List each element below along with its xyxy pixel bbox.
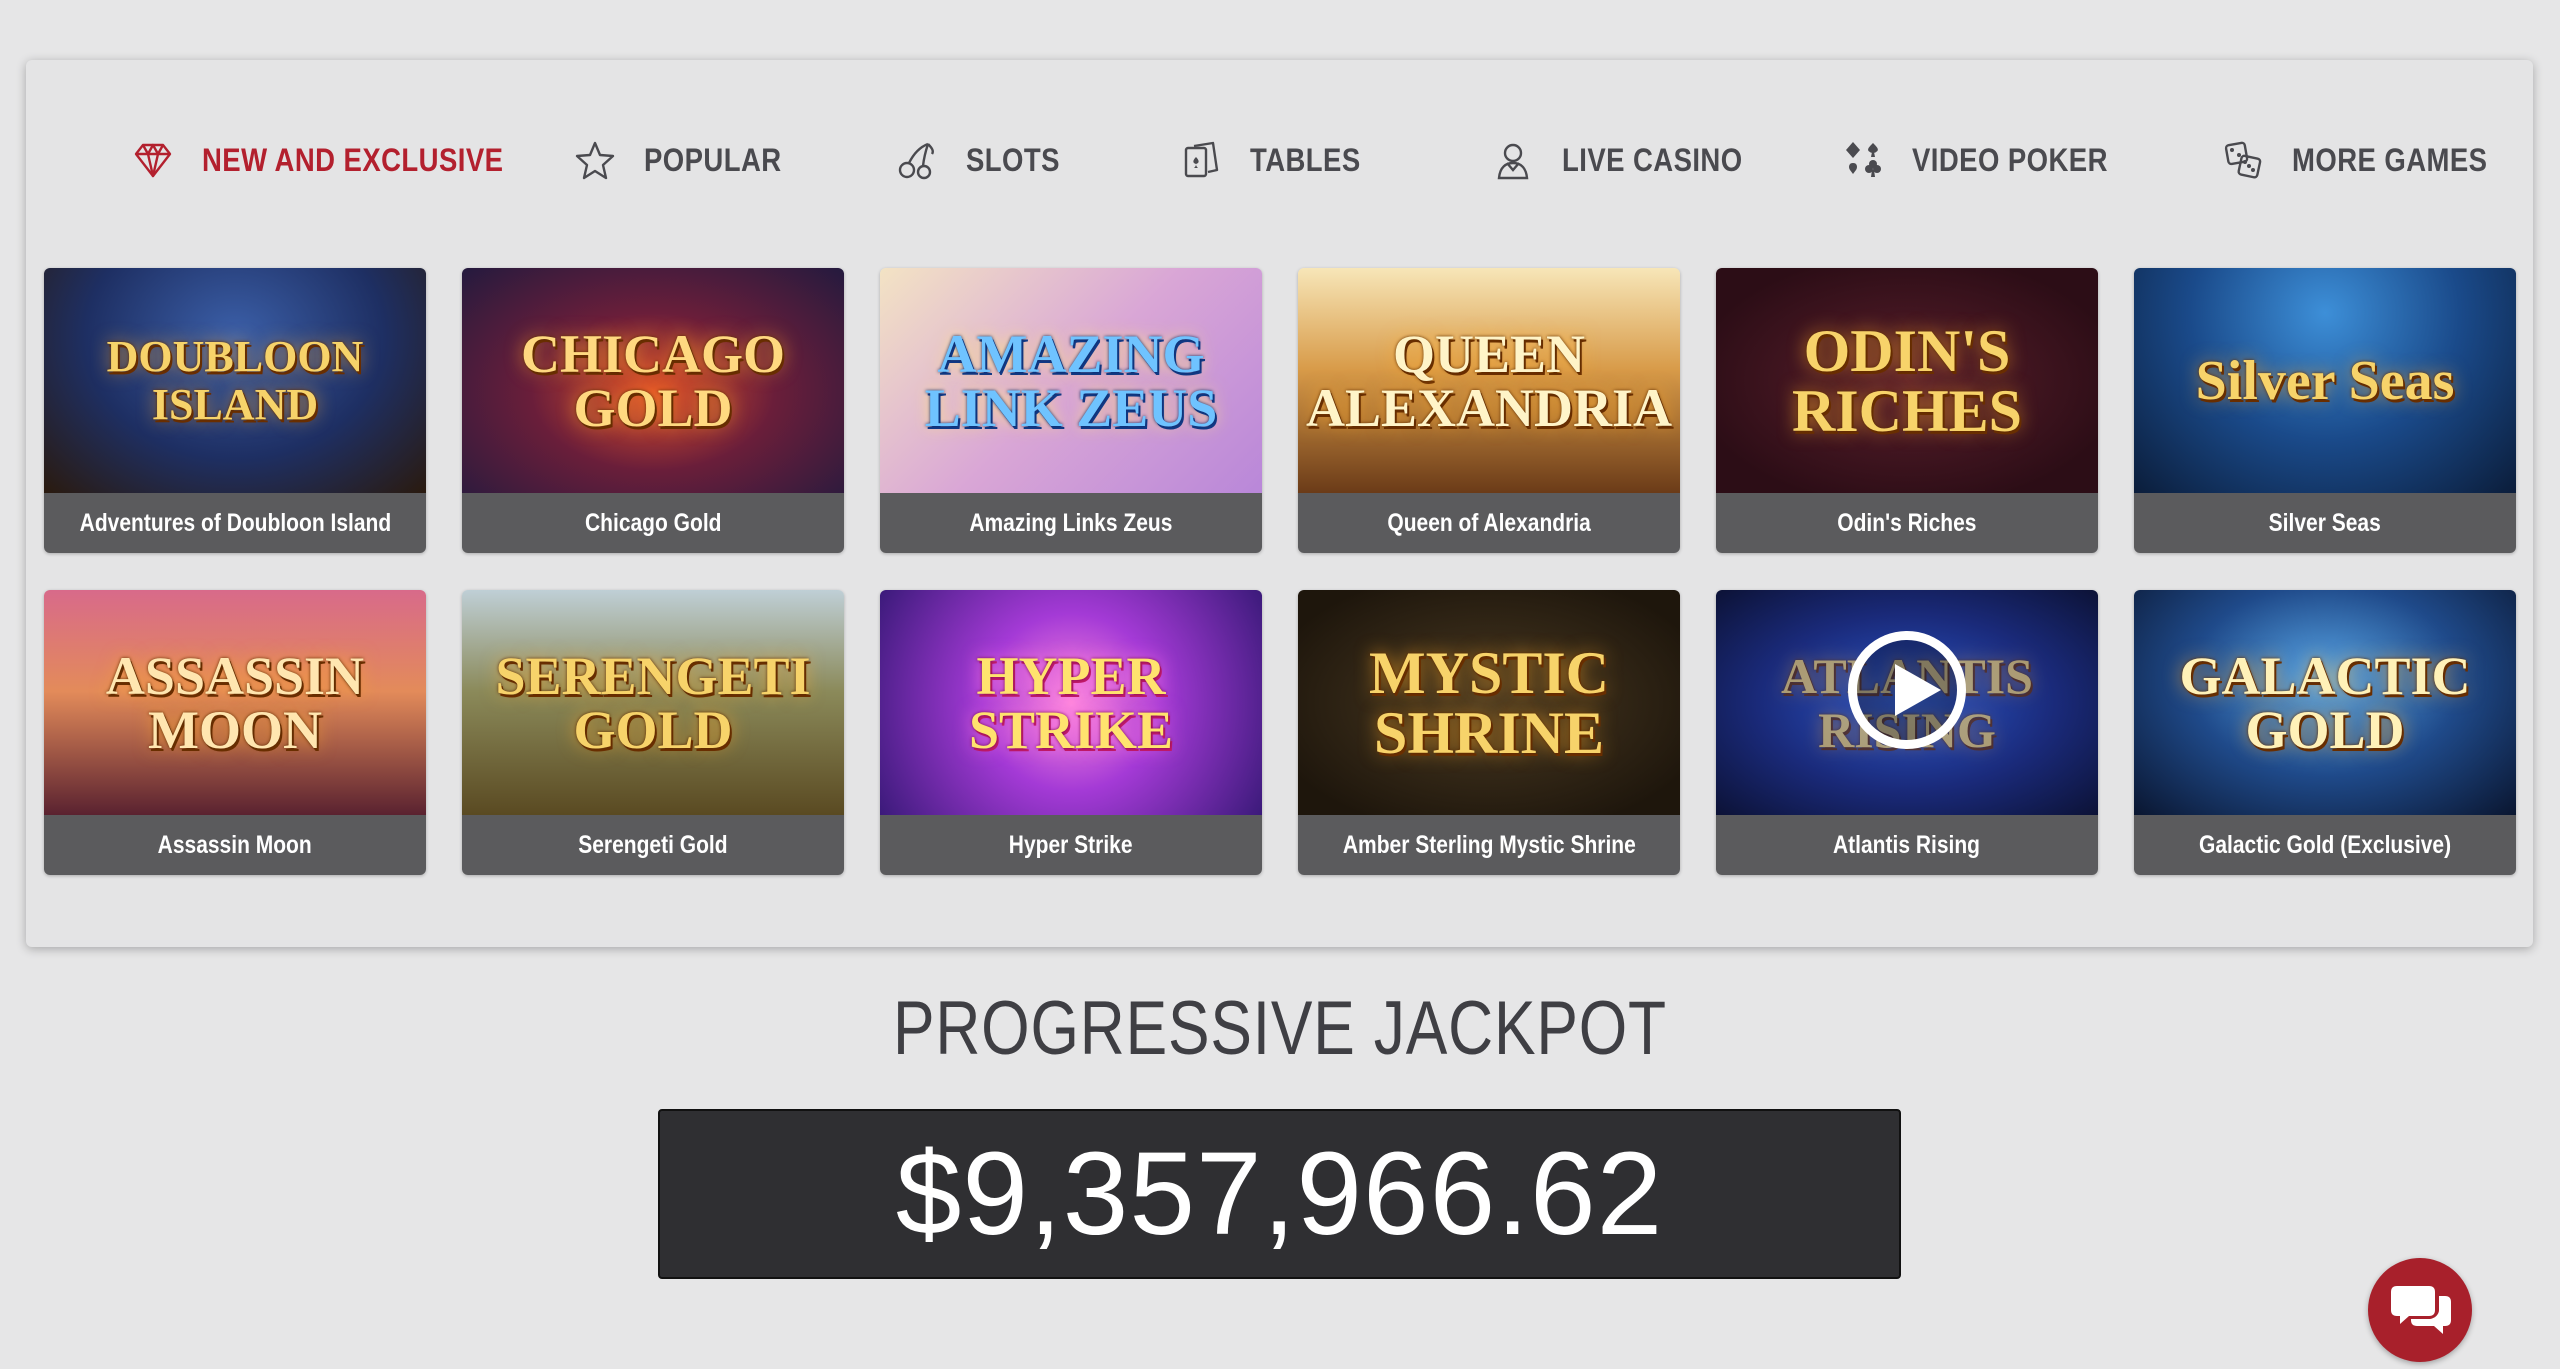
chat-icon xyxy=(2389,1280,2451,1341)
game-caption: Queen of Alexandria xyxy=(1298,493,1680,553)
tab-label: MORE GAMES xyxy=(2292,141,2488,178)
tab-live-casino[interactable]: LIVE CASINO xyxy=(1490,60,1772,260)
game-thumbnail: Amazing Link Zeus xyxy=(880,268,1262,493)
game-thumbnail: Odin's Riches xyxy=(1716,268,2098,493)
game-thumbnail: Chicago Gold xyxy=(462,268,844,493)
tab-more-games[interactable]: MORE GAMES xyxy=(2220,60,2519,260)
game-card[interactable]: Hyper Strike Hyper Strike xyxy=(880,590,1262,875)
star-icon xyxy=(572,137,618,183)
game-thumbnail: Mystic Shrine xyxy=(1298,590,1680,815)
jackpot-title: PROGRESSIVE JACKPOT xyxy=(892,986,1667,1071)
game-caption: Assassin Moon xyxy=(44,815,426,875)
cards-icon xyxy=(1178,137,1224,183)
play-icon[interactable] xyxy=(1848,630,1966,749)
game-card[interactable]: Odin's Riches Odin's Riches xyxy=(1716,268,2098,553)
game-thumbnail: Assassin Moon xyxy=(44,590,426,815)
game-card[interactable]: Serengeti Gold Serengeti Gold xyxy=(462,590,844,875)
tab-popular[interactable]: POPULAR xyxy=(572,60,804,260)
tab-label: POPULAR xyxy=(644,141,782,178)
game-card[interactable]: Galactic Gold Galactic Gold (Exclusive) xyxy=(2134,590,2516,875)
tab-label: LIVE CASINO xyxy=(1562,141,1743,178)
game-card[interactable]: Atlantis Rising Atlantis Rising xyxy=(1716,590,2098,875)
game-caption: Odin's Riches xyxy=(1716,493,2098,553)
game-thumbnail: Galactic Gold xyxy=(2134,590,2516,815)
game-card[interactable]: Queen Alexandria Queen of Alexandria xyxy=(1298,268,1680,553)
game-thumbnail: Serengeti Gold xyxy=(462,590,844,815)
tab-label: TABLES xyxy=(1250,141,1361,178)
dealer-icon xyxy=(1490,137,1536,183)
game-card[interactable]: Assassin Moon Assassin Moon xyxy=(44,590,426,875)
tab-tables[interactable]: TABLES xyxy=(1178,60,1379,260)
game-caption: Amazing Links Zeus xyxy=(880,493,1262,553)
game-caption: Atlantis Rising xyxy=(1716,815,2098,875)
tab-new-and-exclusive[interactable]: NEW AND EXCLUSIVE xyxy=(130,60,552,260)
card-suits-icon xyxy=(1840,137,1886,183)
jackpot-amount-box: $9,357,966.62 xyxy=(658,1109,1901,1279)
game-thumbnail: Queen Alexandria xyxy=(1298,268,1680,493)
game-caption: Amber Sterling Mystic Shrine xyxy=(1298,815,1680,875)
game-card[interactable]: Doubloon Island Adventures of Doubloon I… xyxy=(44,268,426,553)
game-caption: Adventures of Doubloon Island xyxy=(44,493,426,553)
tab-label: SLOTS xyxy=(966,141,1060,178)
tab-label: VIDEO POKER xyxy=(1912,141,2108,178)
tab-slots[interactable]: SLOTS xyxy=(894,60,1075,260)
game-card[interactable]: Silver Seas Silver Seas xyxy=(2134,268,2516,553)
game-caption: Galactic Gold (Exclusive) xyxy=(2134,815,2516,875)
dice-icon xyxy=(2220,137,2266,183)
game-card[interactable]: Chicago Gold Chicago Gold xyxy=(462,268,844,553)
game-caption: Serengeti Gold xyxy=(462,815,844,875)
game-caption: Silver Seas xyxy=(2134,493,2516,553)
game-thumbnail: Hyper Strike xyxy=(880,590,1262,815)
game-caption: Hyper Strike xyxy=(880,815,1262,875)
cherries-icon xyxy=(894,137,940,183)
tab-label: NEW AND EXCLUSIVE xyxy=(202,141,504,178)
game-thumbnail: Silver Seas xyxy=(2134,268,2516,493)
games-panel: NEW AND EXCLUSIVE POPULAR SLOTS TABLES L xyxy=(26,60,2533,947)
tab-video-poker[interactable]: VIDEO POKER xyxy=(1840,60,2140,260)
game-thumbnail: Atlantis Rising xyxy=(1716,590,2098,815)
game-caption: Chicago Gold xyxy=(462,493,844,553)
category-tabs: NEW AND EXCLUSIVE POPULAR SLOTS TABLES L xyxy=(26,60,2533,260)
game-thumbnail: Doubloon Island xyxy=(44,268,426,493)
game-card[interactable]: Mystic Shrine Amber Sterling Mystic Shri… xyxy=(1298,590,1680,875)
jackpot-amount: $9,357,966.62 xyxy=(895,1128,1664,1260)
chat-button[interactable] xyxy=(2368,1258,2472,1362)
diamond-icon xyxy=(130,137,176,183)
game-card[interactable]: Amazing Link Zeus Amazing Links Zeus xyxy=(880,268,1262,553)
